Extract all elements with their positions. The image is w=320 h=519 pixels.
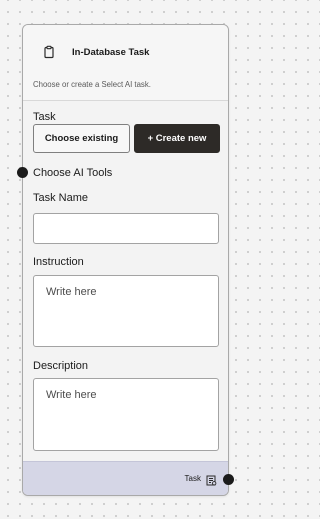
description-label: Description	[33, 360, 89, 372]
footer-task-label: Task	[184, 474, 201, 483]
clipboard-icon	[42, 45, 56, 59]
choose-ai-tools-label: Choose AI Tools	[33, 167, 113, 179]
instruction-label: Instruction	[33, 256, 84, 268]
instruction-placeholder: Write here	[46, 286, 97, 298]
task-name-input[interactable]	[33, 213, 219, 244]
task-name-label: Task Name	[33, 192, 89, 204]
node-header: In-Database Task Choose or create a Sele…	[23, 25, 228, 101]
task-label: Task	[33, 111, 56, 123]
choose-existing-button[interactable]: Choose existing	[33, 124, 130, 153]
description-placeholder: Write here	[46, 389, 97, 401]
node-footer: Task	[23, 461, 228, 495]
ai-tools-input-port[interactable]	[17, 167, 28, 178]
description-textarea[interactable]: Write here	[33, 378, 219, 451]
in-database-task-node[interactable]: In-Database Task Choose or create a Sele…	[22, 24, 229, 496]
instruction-textarea[interactable]: Write here	[33, 275, 219, 347]
node-title: In-Database Task	[72, 47, 150, 58]
create-new-button[interactable]: + Create new	[134, 124, 220, 153]
node-description: Choose or create a Select AI task.	[33, 80, 151, 89]
task-list-icon	[206, 473, 217, 486]
task-output-port[interactable]	[223, 474, 234, 485]
